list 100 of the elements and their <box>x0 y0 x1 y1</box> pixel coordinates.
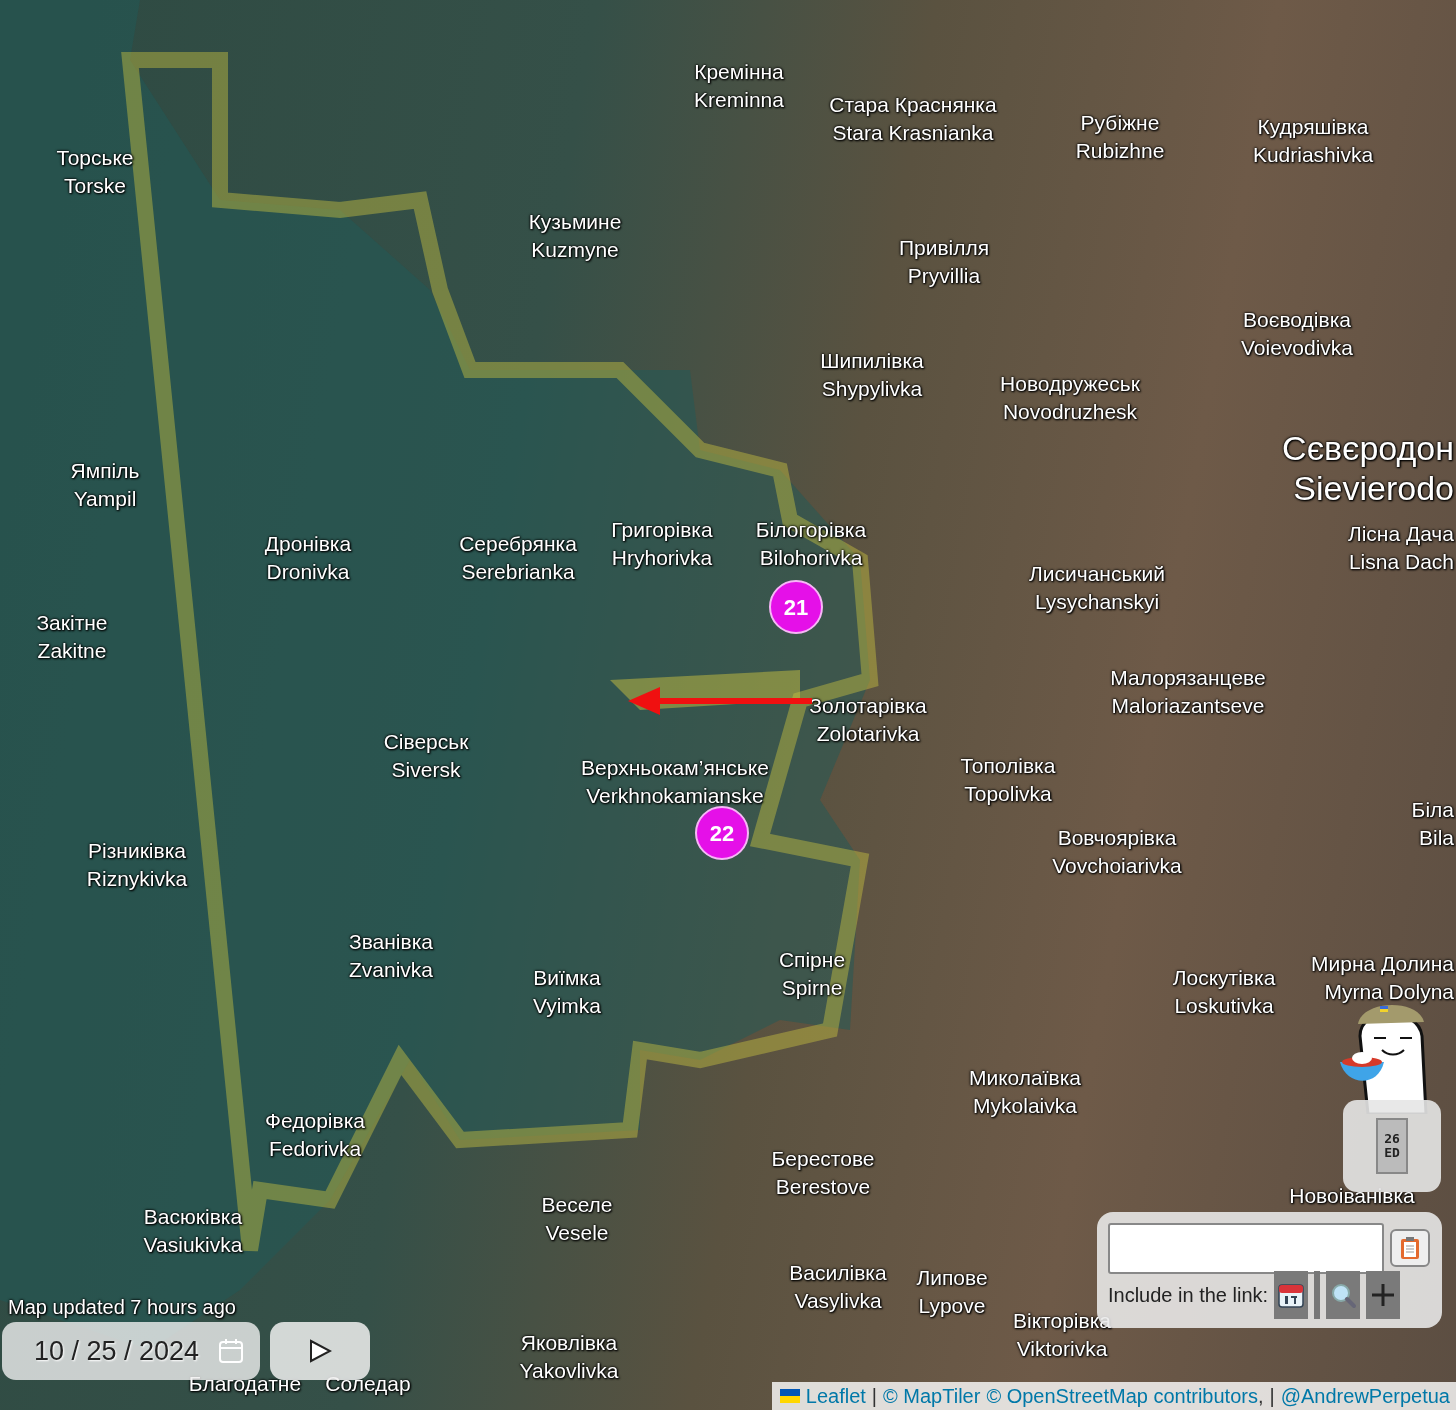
place-label: Торське <box>56 145 134 171</box>
place-label: Новодружеськ <box>1000 371 1140 397</box>
place-label: Rubizhne <box>1075 138 1165 164</box>
place-label: Yakovlivka <box>519 1358 619 1384</box>
place-label: Шипилівка <box>820 348 924 374</box>
widget-button[interactable]: 26 ED <box>1343 1100 1441 1192</box>
place-label: Lypove <box>917 1293 987 1319</box>
place-label: Riznykivka <box>86 866 188 892</box>
place-label: Fedorivka <box>267 1136 363 1162</box>
place-label: Novodruzhesk <box>1001 399 1139 425</box>
place-label: Bila <box>1417 825 1454 851</box>
counter-display: 26 ED <box>1376 1118 1408 1174</box>
place-label: Виїмка <box>532 965 602 991</box>
place-label: Voievodivka <box>1240 335 1354 361</box>
place-label: Вовчоярівка <box>1056 825 1178 851</box>
place-label: Spirne <box>780 975 844 1001</box>
calendar-icon <box>1277 1281 1306 1309</box>
link-option-toggle[interactable] <box>1326 1271 1361 1319</box>
place-label: Яковлівка <box>519 1330 619 1356</box>
link-option-toggle[interactable] <box>1274 1271 1309 1319</box>
place-label: Lisna Dach <box>1347 549 1454 575</box>
place-label: Сіверськ <box>383 729 469 755</box>
place-label: Dronivka <box>265 559 351 585</box>
place-label: Лоскутівка <box>1172 965 1276 991</box>
place-label: Кудряшівка <box>1256 114 1370 140</box>
place-label: Topolivka <box>963 781 1053 807</box>
place-label: Серебрянка <box>459 531 577 557</box>
place-label: Maloriazantseve <box>1110 693 1266 719</box>
place-label: Закітне <box>36 610 108 636</box>
place-label: Torske <box>63 173 127 199</box>
place-label: Siversk <box>390 757 462 783</box>
attribution-link[interactable]: © OpenStreetMap contributors <box>986 1381 1258 1410</box>
attribution-link[interactable]: @AndrewPerpetua <box>1280 1381 1450 1410</box>
include-label: Include in the link: <box>1108 1283 1269 1308</box>
place-label: Sievierodo <box>1292 468 1454 508</box>
satellite-map-drawing[interactable] <box>0 0 1456 1410</box>
place-label: Берестове <box>771 1146 875 1172</box>
place-label: Kudriashivka <box>1252 142 1374 168</box>
place-label: Миколаївка <box>968 1065 1082 1091</box>
place-label: Григорівка <box>611 517 713 543</box>
place-label: Zvanivka <box>349 957 433 983</box>
place-label: Zolotarivka <box>815 721 921 747</box>
place-label: Vasylivka <box>793 1288 883 1314</box>
place-label: Hryhorivka <box>611 545 713 571</box>
place-label: Соледар <box>325 1371 411 1397</box>
place-label: Yampil <box>72 486 138 512</box>
place-label: Дронівка <box>264 531 352 557</box>
update-status: Map updated 7 hours ago <box>8 1295 236 1320</box>
place-label: Сєвєродон <box>1282 428 1454 468</box>
date-field[interactable]: 10 / 25 / 2024 <box>2 1322 260 1380</box>
crosshair-icon <box>1370 1282 1397 1308</box>
place-label: Zakitne <box>36 638 108 664</box>
place-label: Воєводівка <box>1242 307 1352 333</box>
place-label: Ямпіль <box>70 458 140 484</box>
place-label: Vyimka <box>532 993 602 1019</box>
place-label: Stara Krasnianka <box>831 120 995 146</box>
place-label: Serebrianka <box>460 559 576 585</box>
place-label: Федорівка <box>265 1108 365 1134</box>
place-label: Myrna Dolyna <box>1323 979 1454 1005</box>
attribution-link[interactable]: Leaflet <box>779 1381 866 1410</box>
attribution-separator: | <box>871 1384 878 1409</box>
place-label: Кремінна <box>694 59 784 85</box>
place-label: Kuzmyne <box>530 237 620 263</box>
place-label: Малорязанцеве <box>1110 665 1266 691</box>
place-label: Золотарівка <box>809 693 927 719</box>
place-label: Різниківка <box>87 838 187 864</box>
copy-button[interactable] <box>1390 1229 1430 1267</box>
place-label: Mykolaivka <box>972 1093 1078 1119</box>
search-icon <box>1329 1281 1358 1309</box>
place-label: Vasiukivka <box>143 1232 243 1258</box>
attribution-separator: | <box>1269 1384 1275 1409</box>
place-label: Loskutivka <box>1173 993 1275 1019</box>
place-label: Званівка <box>349 929 433 955</box>
place-label: Lysychanskyi <box>1033 589 1161 615</box>
attribution-link[interactable]: © MapTiler <box>883 1381 981 1410</box>
place-label: Shypylivka <box>820 376 924 402</box>
place-label: Привілля <box>898 235 990 261</box>
place-label: Васюківка <box>143 1204 243 1230</box>
place-label: Лісна Дача <box>1347 521 1454 547</box>
place-label: Berestove <box>774 1174 872 1200</box>
place-label: Лисичанський <box>1028 561 1166 587</box>
place-label: Verkhnokamianske <box>585 783 765 809</box>
attribution-separator: , <box>1257 1384 1264 1409</box>
place-label: Vovchoiarivka <box>1052 853 1182 879</box>
place-label: Bilohorivka <box>758 545 864 571</box>
play-icon <box>308 1339 332 1363</box>
place-label: Білогорівка <box>755 517 867 543</box>
link-option-toggle[interactable] <box>1366 1271 1401 1319</box>
place-label: Верхньокам’янське <box>581 755 769 781</box>
place-label: Рубіжне <box>1079 110 1161 136</box>
date-value: 10 / 25 / 2024 <box>34 1334 200 1368</box>
clipboard-icon <box>1400 1236 1420 1260</box>
place-label: Viktorivka <box>1015 1336 1109 1362</box>
place-label: Веселе <box>541 1192 613 1218</box>
place-label: Біла <box>1411 797 1454 823</box>
place-label: Kreminna <box>694 87 784 113</box>
link-field[interactable] <box>1108 1223 1384 1274</box>
place-label: Мирна Долина <box>1311 951 1454 977</box>
place-label: Липове <box>916 1265 988 1291</box>
place-label: Тополівка <box>960 753 1056 779</box>
